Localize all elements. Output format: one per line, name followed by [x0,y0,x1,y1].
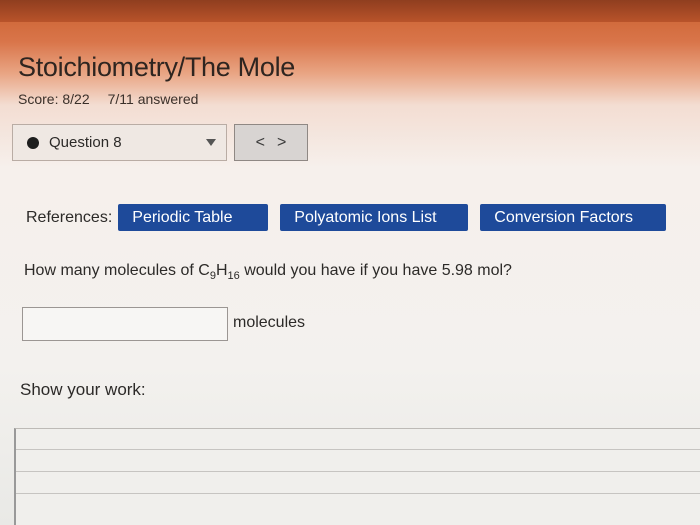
answer-input[interactable] [22,307,228,341]
browser-top-strip [0,0,700,22]
question-prefix: How many molecules of C [24,262,210,279]
formula-h: H [215,262,228,279]
question-select-label: Question 8 [49,134,122,151]
status-dot-icon [27,136,39,149]
answered-count: 7/11 answered [107,91,199,107]
next-question-button[interactable]: > [277,134,286,152]
question-select[interactable]: Question 8 [12,124,227,161]
prev-question-button[interactable]: < [256,134,265,152]
references-bar: References: Periodic Table Polyatomic Io… [26,204,667,231]
conversion-factors-button[interactable]: Conversion Factors [480,204,667,231]
chevron-down-icon [206,139,216,146]
question-arrows: < > [234,124,308,161]
work-line [16,449,700,450]
show-work-label: Show your work: [20,380,146,399]
question-text: How many molecules of C9H16 would you ha… [24,262,512,282]
score-row: Score: 8/22 7/11 answered [18,91,198,107]
score-text: Score: 8/22 [18,91,90,107]
question-suffix: would you have if you have 5.98 mol? [239,262,512,279]
work-area[interactable] [14,428,700,525]
periodic-table-button[interactable]: Periodic Table [118,204,269,231]
references-label: References: [26,208,113,226]
polyatomic-ions-button[interactable]: Polyatomic Ions List [280,204,469,231]
page-title: Stoichiometry/The Mole [18,52,296,82]
formula-subscript-h: 16 [227,270,240,283]
answer-unit: molecules [233,314,306,331]
work-line [16,471,700,472]
work-line [16,493,700,494]
